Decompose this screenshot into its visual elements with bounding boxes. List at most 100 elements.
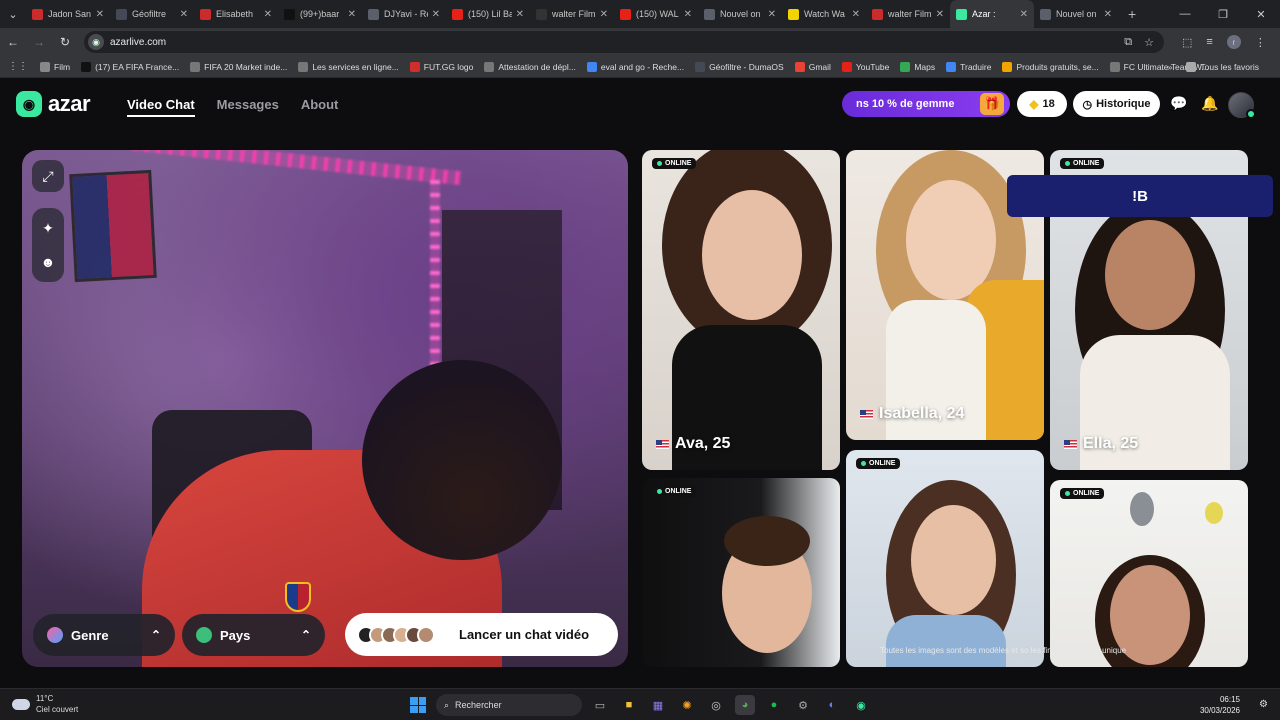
steam-icon[interactable]: ◎ <box>706 695 726 715</box>
tab-search-icon[interactable]: ⌄ <box>0 0 26 28</box>
system-clock[interactable]: 06:15 30/03/2026 <box>1200 694 1240 716</box>
task-view-icon[interactable]: ▭ <box>590 695 610 715</box>
notification-bell-icon[interactable]: 🔔 <box>1201 95 1218 112</box>
browser-tab[interactable]: Azar : ✕ <box>950 0 1034 28</box>
browser-tab[interactable]: (150) Lil Ba ✕ <box>446 0 530 28</box>
site-info-icon[interactable]: ◉ <box>88 34 104 50</box>
preview-avatars <box>357 625 435 644</box>
start-video-chat-button[interactable]: Lancer un chat vidéo <box>345 613 618 656</box>
windows-start-icon[interactable] <box>410 697 426 713</box>
discord-icon[interactable]: ◐ <box>822 695 842 715</box>
bookmark-item[interactable]: Maps <box>900 61 935 72</box>
bookmark-item[interactable]: YouTube <box>841 61 889 72</box>
tab-close-icon[interactable]: ✕ <box>764 9 776 20</box>
chat-bubble-icon[interactable]: 💬 <box>1170 95 1187 112</box>
profile-card[interactable]: ONLINE <box>1050 480 1248 667</box>
nav-video-chat[interactable]: Video Chat <box>127 97 195 117</box>
address-bar[interactable]: ◉ azarlive.com ⧉ ☆ <box>84 31 1164 53</box>
country-filter-button[interactable]: Pays ⌃ <box>182 614 325 656</box>
tab-title: DJYavi - Re <box>384 9 428 19</box>
bookmark-item[interactable]: FIFA 20 Market inde... <box>190 61 287 72</box>
bookmark-item[interactable]: Les services en ligne... <box>298 61 399 72</box>
history-button[interactable]: ◷ Historique <box>1073 91 1160 117</box>
browser-tab[interactable]: DJYavi - Re ✕ <box>362 0 446 28</box>
browser-tab[interactable]: walter Film ✕ <box>530 0 614 28</box>
bookmark-item[interactable]: Gmail <box>794 61 831 72</box>
magic-wand-icon[interactable]: ✦ <box>32 212 64 244</box>
extensions-icon[interactable]: ⬚ <box>1182 36 1192 49</box>
tab-close-icon[interactable]: ✕ <box>848 9 860 20</box>
tab-close-icon[interactable]: ✕ <box>176 9 188 20</box>
weather-widget[interactable]: 11°C Ciel couvert <box>12 693 78 715</box>
site-header: ◉ azar Video Chat Messages About ns 10 %… <box>0 78 1280 134</box>
gender-filter-button[interactable]: Genre ⌃ <box>33 614 175 656</box>
bookmark-item[interactable]: FUT.GG logo <box>409 61 473 72</box>
minimize-icon[interactable]: — <box>1166 0 1204 28</box>
tab-close-icon[interactable]: ✕ <box>344 9 356 20</box>
tab-close-icon[interactable]: ✕ <box>596 9 608 20</box>
media-icon[interactable]: ≡ <box>1206 36 1212 48</box>
notification-center-icon[interactable]: ⚙ <box>1259 699 1268 710</box>
tab-close-icon[interactable]: ✕ <box>428 9 440 20</box>
tab-close-icon[interactable]: ✕ <box>260 9 272 20</box>
tab-close-icon[interactable]: ✕ <box>680 9 692 20</box>
tab-close-icon[interactable]: ✕ <box>512 9 524 20</box>
tab-close-icon[interactable]: ✕ <box>1100 9 1112 20</box>
bookmark-item[interactable]: Produits gratuits, se... <box>1002 61 1099 72</box>
more-bookmarks-icon[interactable]: » <box>1168 62 1173 72</box>
bookmark-label: Attestation de dépl... <box>498 61 576 72</box>
bookmark-item[interactable]: Attestation de dépl... <box>484 61 576 72</box>
menu-icon[interactable]: ⋮ <box>1255 36 1266 49</box>
bookmark-star-icon[interactable]: ☆ <box>1144 36 1154 49</box>
profile-icon[interactable]: r <box>1226 35 1241 49</box>
nav-messages[interactable]: Messages <box>217 97 279 117</box>
browser-tab[interactable]: (150) WAL ✕ <box>614 0 698 28</box>
bookmark-item[interactable]: Traduire <box>946 61 991 72</box>
tab-close-icon[interactable]: ✕ <box>92 9 104 20</box>
profile-card[interactable]: ONLINE Ava, 25 <box>642 150 840 470</box>
browser-tab[interactable]: Nouvel on ✕ <box>1034 0 1118 28</box>
cast-icon[interactable]: ⧉ <box>1124 36 1132 49</box>
chrome-icon[interactable]: ◕ <box>735 695 755 715</box>
settings-icon[interactable]: ⚙ <box>793 695 813 715</box>
browser-tab[interactable]: Nouvel on ✕ <box>698 0 782 28</box>
bookmark-item[interactable]: eval and go - Reche... <box>586 61 684 72</box>
browser-tab[interactable]: Jadon San ✕ <box>26 0 110 28</box>
back-icon[interactable]: ← <box>0 35 26 49</box>
forward-icon[interactable]: → <box>26 35 52 49</box>
tab-close-icon[interactable]: ✕ <box>932 9 944 20</box>
tab-close-icon[interactable]: ✕ <box>1016 9 1028 20</box>
app-icon[interactable]: ✺ <box>677 695 697 715</box>
nav-about[interactable]: About <box>301 97 339 117</box>
bookmark-item[interactable]: (17) EA FIFA France... <box>81 61 179 72</box>
file-explorer-icon[interactable]: ■ <box>619 695 639 715</box>
profile-card[interactable]: ONLINE <box>846 450 1044 667</box>
country-filter-label: Pays <box>220 627 251 643</box>
sticker-face-icon[interactable]: ☻ <box>32 246 64 278</box>
taskbar-search-box[interactable]: ⌕ Rechercher <box>436 694 582 716</box>
browser-tab[interactable]: Géofiltre ✕ <box>110 0 194 28</box>
store-icon[interactable]: ▦ <box>648 695 668 715</box>
new-tab-button[interactable]: + <box>1118 6 1146 22</box>
bookmark-item[interactable]: Géofiltre - DumaOS <box>695 61 784 72</box>
browser-tab[interactable]: Elisabeth ✕ <box>194 0 278 28</box>
reload-icon[interactable]: ↻ <box>52 35 78 49</box>
all-favorites-folder[interactable]: Tous les favoris <box>1186 61 1259 72</box>
profile-card[interactable]: ONLINE <box>642 478 840 667</box>
bookmark-item[interactable]: Film <box>40 61 70 72</box>
browser-tab[interactable]: Watch Wa ✕ <box>782 0 866 28</box>
azar-logo[interactable]: ◉ azar <box>16 91 91 117</box>
gem-promo-banner[interactable]: ns 10 % de gemme 🎁 <box>842 91 1010 117</box>
user-avatar[interactable] <box>1228 92 1256 119</box>
azar-app-icon[interactable]: ◉ <box>851 695 871 715</box>
bookmarks-bar: ⋮⋮ Film (17) EA FIFA France... FIFA 20 Mar… <box>0 56 1280 78</box>
browser-tab[interactable]: walter Film ✕ <box>866 0 950 28</box>
fullscreen-icon[interactable]: ⤢ <box>32 160 64 192</box>
browser-tab[interactable]: (99+)baar ✕ <box>278 0 362 28</box>
spotify-icon[interactable]: ● <box>764 695 784 715</box>
profile-name-label: Isabella, 24 <box>860 405 964 423</box>
close-window-icon[interactable]: ✕ <box>1242 0 1280 28</box>
apps-grid-icon[interactable]: ⋮⋮ <box>8 61 28 72</box>
gems-balance-button[interactable]: ◆ 18 <box>1017 91 1067 117</box>
maximize-icon[interactable]: ❐ <box>1204 0 1242 28</box>
